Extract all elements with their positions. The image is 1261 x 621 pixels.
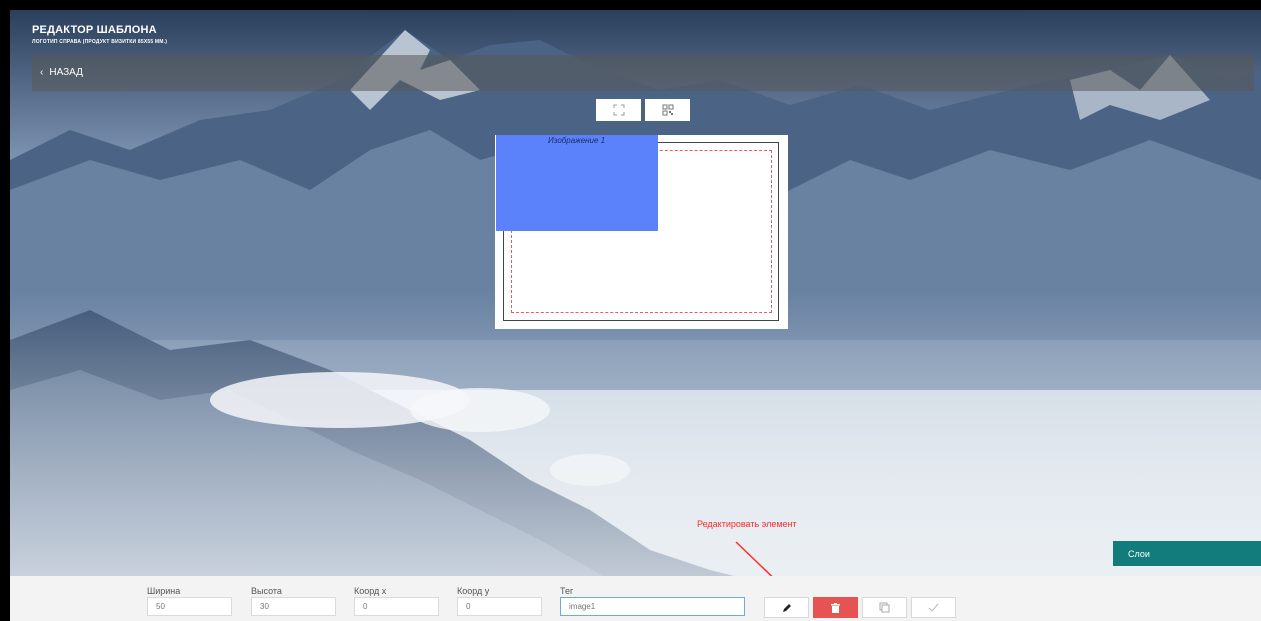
back-button[interactable]: ‹ НАЗАД: [40, 67, 83, 78]
trash-icon: [831, 602, 840, 613]
qr-code-button[interactable]: [645, 99, 690, 121]
x-coord-input[interactable]: [354, 597, 439, 616]
duplicate-element-button[interactable]: [862, 597, 907, 618]
delete-element-button[interactable]: [813, 597, 858, 618]
edit-element-button[interactable]: [764, 597, 809, 618]
tag-label: Тег: [560, 586, 574, 596]
fullscreen-button[interactable]: [596, 99, 641, 121]
height-input[interactable]: [251, 597, 336, 616]
app-frame: РЕДАКТОР ШАБЛОНА ЛОГОТИП СПРАВА (ПРОДУКТ…: [10, 10, 1261, 621]
width-input[interactable]: [147, 597, 232, 616]
image-element-label: Изображение 1: [548, 136, 606, 145]
tag-input[interactable]: [560, 597, 745, 616]
page-subtitle: ЛОГОТИП СПРАВА (ПРОДУКТ ВИЗИТКИ 85Х55 ММ…: [32, 39, 168, 45]
confirm-button[interactable]: [911, 597, 956, 618]
qr-code-icon: [662, 104, 673, 116]
y-coord-label: Коорд у: [457, 586, 490, 596]
width-label: Ширина: [147, 586, 181, 596]
check-icon: [928, 603, 939, 612]
annotation-text: Редактировать элемент: [697, 519, 797, 529]
fullscreen-icon: [613, 104, 624, 116]
y-coord-input[interactable]: [457, 597, 542, 616]
height-label: Высота: [251, 586, 282, 596]
copy-icon: [879, 602, 890, 613]
back-bar: ‹ НАЗАД: [32, 55, 1254, 91]
layers-label: Слои: [1128, 548, 1150, 559]
back-label: НАЗАД: [49, 67, 83, 78]
image-element[interactable]: [496, 135, 658, 231]
properties-bar: Ширина Высота Коорд х Коорд у Тег: [10, 576, 1261, 621]
x-coord-label: Коорд х: [354, 586, 387, 596]
layers-button[interactable]: Слои: [1113, 541, 1261, 566]
page-title: РЕДАКТОР ШАБЛОНА: [32, 24, 157, 36]
chevron-left-icon: ‹: [40, 67, 44, 78]
pencil-icon: [782, 603, 791, 612]
